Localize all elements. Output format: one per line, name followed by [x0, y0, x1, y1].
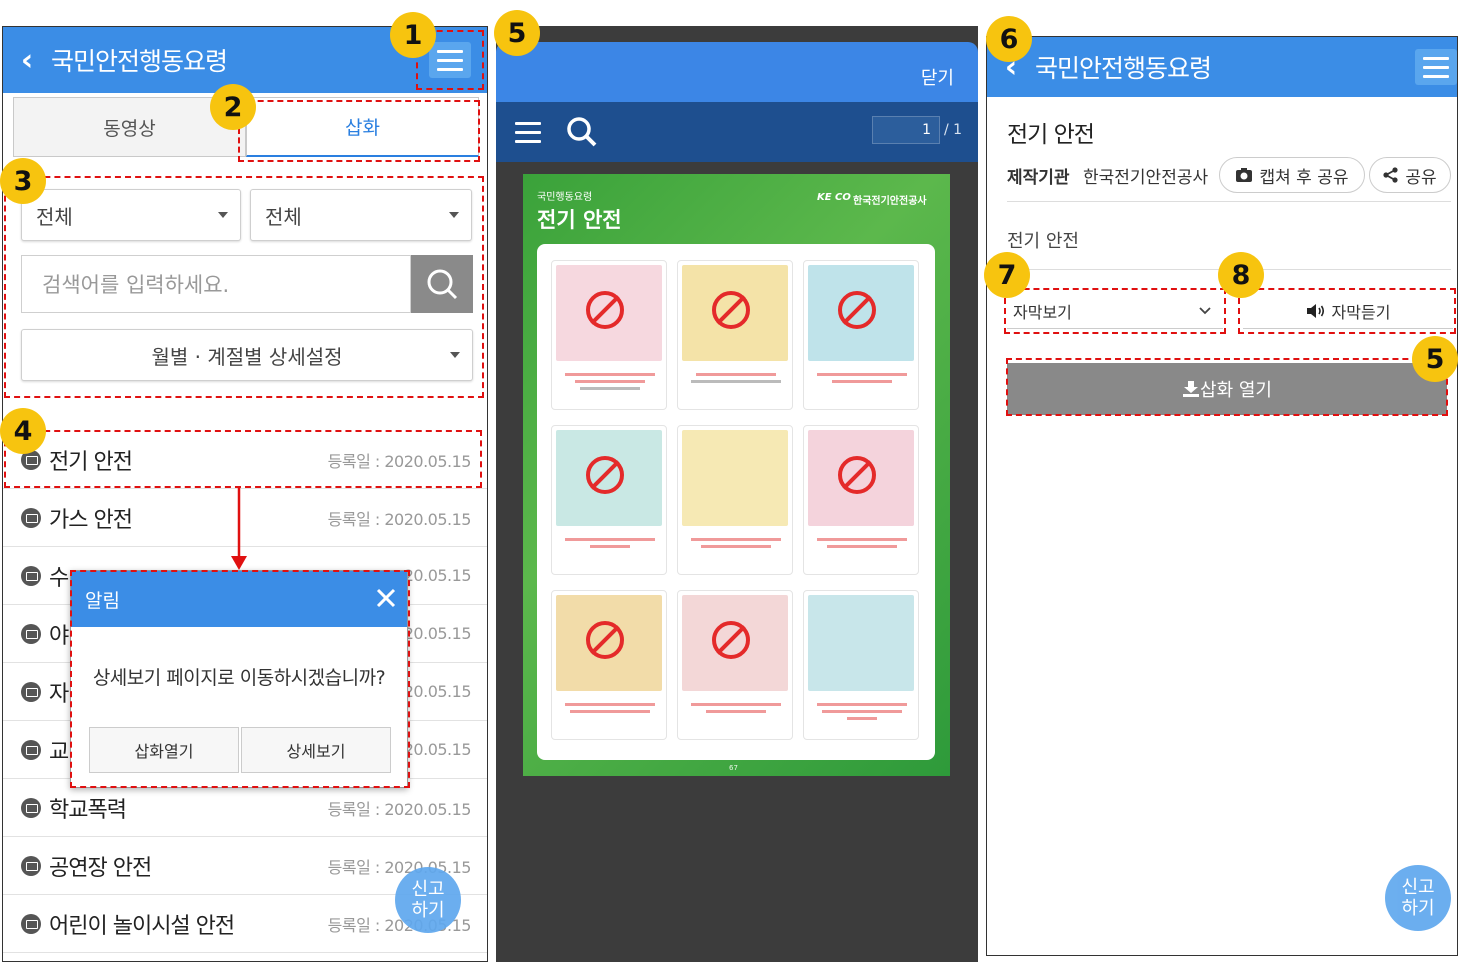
poster-subtitle: 국민행동요령	[537, 192, 593, 203]
kesco-logo: KE CO	[817, 192, 851, 203]
header-title: 국민안전행동요령	[1035, 54, 1212, 83]
arrow-down-icon	[231, 488, 247, 570]
prohibit-icon	[586, 456, 624, 494]
safety-cell	[803, 590, 919, 740]
highlight-subtitle-listen	[1238, 288, 1456, 334]
item-date: 20.05.15	[403, 624, 472, 643]
item-title: 가스 안전	[49, 507, 133, 533]
pdf-icon	[21, 855, 41, 876]
capture-share-label: 캡쳐 후 공유	[1259, 167, 1349, 188]
detail-panel: ‹ 국민안전행동요령 전기 안전 제작기관 한국전기안전공사 캡쳐 후 공유 공…	[986, 36, 1458, 956]
highlight-subtitle-select	[1004, 288, 1226, 334]
report-button[interactable]: 신고 하기	[395, 867, 461, 933]
poster-plate	[537, 244, 935, 760]
report-label-2: 하기	[1401, 898, 1435, 919]
safety-cell	[551, 260, 667, 410]
poster-title: 전기 안전	[537, 208, 622, 232]
item-title: 어린이 놀이시설 안전	[49, 913, 235, 939]
item-date: 20.05.15	[403, 682, 472, 701]
safety-cell	[677, 590, 793, 740]
item-title: 자	[49, 681, 69, 707]
highlight-open-illustration	[1006, 358, 1448, 416]
item-title: 수	[49, 565, 69, 591]
safety-cell	[551, 590, 667, 740]
share-icon	[1383, 167, 1398, 183]
prohibit-icon	[838, 291, 876, 329]
section-title: 전기 안전	[1007, 231, 1079, 252]
annotation-badge: 2	[210, 84, 256, 130]
highlight-dialog	[70, 570, 410, 788]
camera-icon	[1236, 168, 1253, 182]
highlight-tab	[238, 100, 480, 162]
annotation-badge: 5	[1412, 336, 1458, 382]
producer-name: 한국전기안전공사	[1083, 168, 1209, 188]
viewer-header	[496, 42, 978, 102]
pdf-icon	[21, 623, 41, 644]
pdf-icon	[21, 681, 41, 702]
item-date: 20.05.15	[403, 740, 472, 759]
app-header: ‹ 국민안전행동요령	[987, 37, 1457, 97]
content-title: 전기 안전	[1007, 122, 1095, 148]
hamburger-menu-icon[interactable]	[1415, 49, 1457, 85]
pdf-icon	[21, 913, 41, 934]
header-title: 국민안전행동요령	[51, 47, 228, 76]
pdf-icon	[21, 507, 41, 528]
pdf-icon	[21, 565, 41, 586]
report-label-1: 신고	[1401, 877, 1435, 898]
prohibit-icon	[712, 621, 750, 659]
annotation-badge: 5	[494, 10, 540, 56]
search-icon[interactable]	[564, 114, 600, 150]
divider	[1007, 201, 1451, 202]
item-date: 20.05.15	[403, 566, 472, 585]
back-chevron-icon[interactable]: ‹	[3, 43, 51, 78]
poster-org: 한국전기안전공사	[853, 196, 927, 207]
capture-share-button[interactable]: 캡쳐 후 공유	[1219, 157, 1365, 193]
pdf-icon	[21, 739, 41, 760]
item-title: 공연장 안전	[49, 855, 152, 881]
illustration-poster: 국민행동요령 전기 안전 KE CO 한국전기안전공사 67	[523, 174, 950, 776]
prohibit-icon	[586, 291, 624, 329]
annotation-badge: 4	[0, 408, 46, 454]
item-date: 등록일 : 2020.05.15	[327, 509, 472, 529]
report-label-2: 하기	[411, 900, 445, 921]
page-total: / 1	[944, 122, 963, 138]
annotation-badge: 8	[1218, 252, 1264, 298]
item-date: 등록일 : 2020.05.15	[327, 799, 472, 819]
annotation-badge: 3	[0, 158, 46, 204]
share-button[interactable]: 공유	[1369, 157, 1451, 193]
item-title: 야	[49, 623, 69, 649]
producer-label: 제작기관	[1007, 168, 1070, 188]
annotation-badge: 6	[986, 16, 1032, 62]
report-label-1: 신고	[411, 879, 445, 900]
safety-cell	[803, 260, 919, 410]
share-label: 공유	[1405, 167, 1437, 188]
item-title: 교	[49, 739, 69, 765]
viewer-panel: 닫기 1 / 1 국민행동요령 전기 안전 KE CO 한국전기안전공사 67	[496, 26, 978, 962]
close-button[interactable]: 닫기	[921, 64, 954, 90]
highlight-filters	[4, 176, 484, 398]
menu-icon[interactable]	[510, 114, 546, 150]
prohibit-icon	[712, 291, 750, 329]
prohibit-icon	[838, 456, 876, 494]
pdf-icon	[21, 797, 41, 818]
safety-cell	[803, 425, 919, 575]
item-date: 등록일 : 2020.05.15	[327, 857, 472, 877]
page-current: 1	[922, 122, 931, 138]
poster-page-number: 67	[729, 764, 738, 772]
page-number-input[interactable]: 1	[872, 116, 940, 144]
prohibit-icon	[586, 621, 624, 659]
safety-cell	[677, 425, 793, 575]
annotation-badge: 7	[984, 252, 1030, 298]
item-title: 학교폭력	[49, 797, 127, 823]
safety-cell	[551, 425, 667, 575]
annotation-badge: 1	[390, 12, 436, 58]
report-button[interactable]: 신고 하기	[1385, 865, 1451, 931]
safety-cell	[677, 260, 793, 410]
highlight-list-item	[4, 430, 482, 488]
